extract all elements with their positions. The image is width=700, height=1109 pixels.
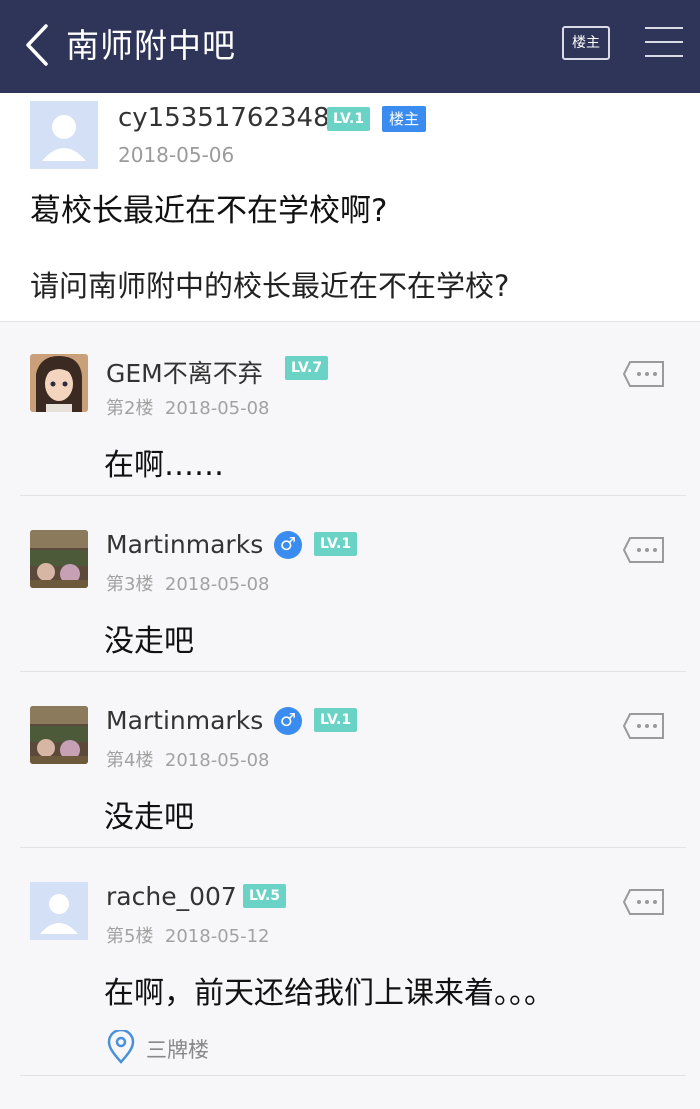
post-title: 葛校长最近在不在学校啊? (30, 193, 388, 229)
post-date: 2018-05-06 (118, 143, 235, 167)
reply-username[interactable]: GEM不离不弃 (106, 354, 263, 390)
reply-content: 没走吧 (104, 624, 194, 659)
op-username[interactable]: cy15351762348 (118, 103, 330, 133)
comment-icon[interactable] (622, 888, 666, 916)
reply-date: 2018-05-08 (164, 574, 270, 595)
level-badge: LV.5 (243, 884, 287, 908)
top-bar: 南师附中吧 楼主 (0, 0, 700, 93)
forum-title: 南师附中吧 (66, 26, 236, 65)
reply-content: 没走吧 (104, 800, 194, 835)
default-avatar[interactable] (30, 882, 88, 940)
reply-item: Martinmarks ♂ LV.1 第4楼 2018-05-08 没走吧 (0, 706, 700, 848)
original-post: cy15351762348 LV.1 楼主 2018-05-06 葛校长最近在不… (0, 93, 700, 322)
floor-number: 第4楼 (106, 750, 154, 771)
divider (20, 495, 686, 496)
divider (20, 847, 686, 848)
male-gender-icon: ♂ (274, 707, 302, 735)
reply-content: 在啊…… (104, 448, 224, 483)
reply-meta: 第2楼 2018-05-08 (106, 394, 270, 420)
reply-meta: 第3楼 2018-05-08 (106, 570, 270, 596)
menu-icon[interactable] (645, 27, 683, 59)
reply-username[interactable]: Martinmarks (106, 530, 263, 559)
only-owner-button[interactable]: 楼主 (562, 26, 610, 60)
reply-username[interactable]: Martinmarks (106, 706, 263, 735)
level-badge: LV.1 (327, 107, 371, 131)
location-pin-icon (107, 1030, 135, 1064)
post-body: 请问南师附中的校长最近在不在学校? (30, 269, 510, 303)
reply-username[interactable]: rache_007 (106, 882, 237, 911)
reply-content: 在啊，前天还给我们上课来着。。。 (104, 976, 554, 1011)
default-avatar[interactable] (30, 101, 98, 169)
divider (20, 671, 686, 672)
anime-girl-avatar[interactable] (30, 354, 88, 412)
reply-item: GEM不离不弃 LV.7 第2楼 2018-05-08 在啊…… (0, 354, 700, 496)
reply-item: Martinmarks ♂ LV.1 第3楼 2018-05-08 没走吧 (0, 530, 700, 672)
reply-meta: 第5楼 2018-05-12 (106, 922, 270, 948)
location-text: 三牌楼 (146, 1038, 209, 1062)
level-badge: LV.7 (285, 356, 329, 380)
male-gender-icon: ♂ (274, 531, 302, 559)
floor-number: 第2楼 (106, 398, 154, 419)
level-badge: LV.1 (314, 532, 358, 556)
comment-icon[interactable] (622, 360, 666, 388)
divider (20, 1075, 686, 1076)
level-badge: LV.1 (314, 708, 358, 732)
reply-meta: 第4楼 2018-05-08 (106, 746, 270, 772)
game-scene-avatar[interactable] (30, 706, 88, 764)
owner-badge: 楼主 (382, 106, 427, 132)
floor-number: 第5楼 (106, 926, 154, 947)
comment-icon[interactable] (622, 712, 666, 740)
reply-date: 2018-05-12 (164, 926, 270, 947)
comment-icon[interactable] (622, 536, 666, 564)
floor-number: 第3楼 (106, 574, 154, 595)
reply-date: 2018-05-08 (164, 750, 270, 771)
reply-date: 2018-05-08 (164, 398, 270, 419)
back-icon[interactable] (20, 22, 54, 68)
game-scene-avatar[interactable] (30, 530, 88, 588)
reply-item: rache_007 LV.5 第5楼 2018-05-12 在啊，前天还给我们上… (0, 882, 700, 1076)
